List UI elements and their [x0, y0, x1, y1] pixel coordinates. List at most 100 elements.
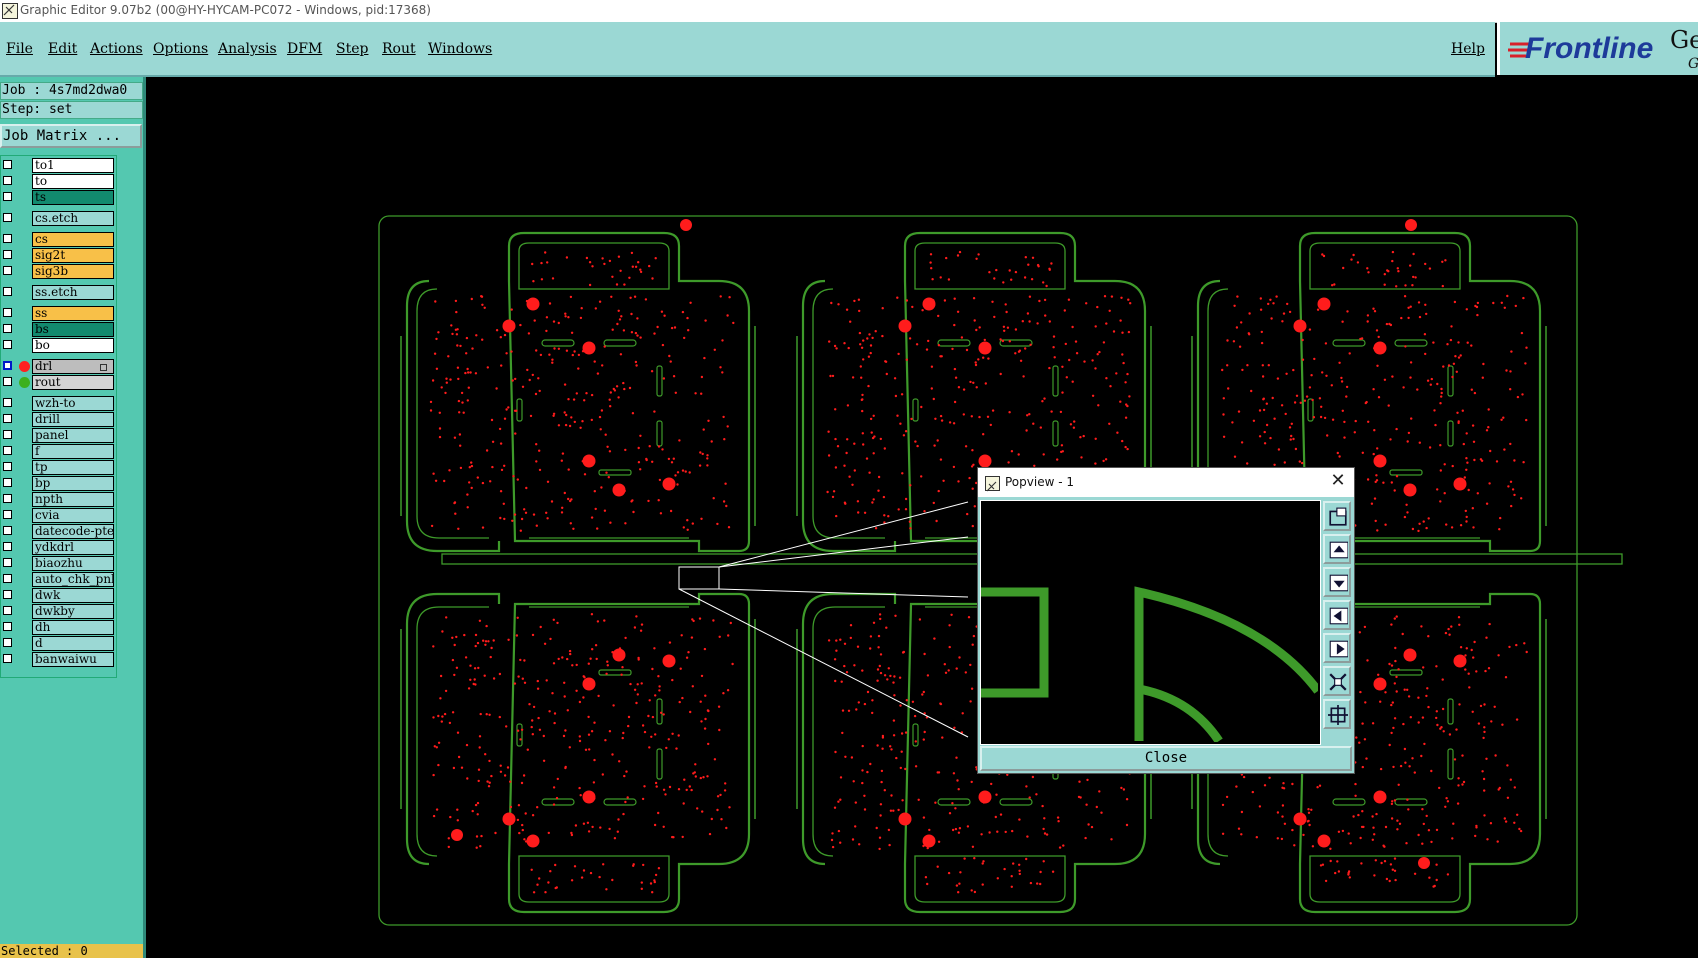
layer-row-bp[interactable]: bp — [1, 476, 117, 491]
layer-row-rout[interactable]: rout — [1, 375, 117, 390]
layer-checkbox[interactable] — [3, 446, 12, 455]
layer-name[interactable]: ss — [32, 306, 114, 321]
layer-row-d[interactable]: d — [1, 636, 117, 651]
layer-row-npth[interactable]: npth — [1, 492, 117, 507]
layer-name[interactable]: banwaiwu — [32, 652, 114, 667]
layer-checkbox[interactable] — [3, 606, 12, 615]
layer-row-f[interactable]: f — [1, 444, 117, 459]
layer-checkbox[interactable] — [3, 478, 12, 487]
layer-checkbox[interactable] — [3, 398, 12, 407]
layer-checkbox[interactable] — [3, 213, 12, 222]
layer-checkbox[interactable] — [3, 510, 12, 519]
layer-name[interactable]: cs — [32, 232, 114, 247]
layer-row-panel[interactable]: panel — [1, 428, 117, 443]
zoom-out-icon[interactable] — [1323, 666, 1351, 696]
layer-row-sig2t[interactable]: sig2t — [1, 248, 117, 263]
layer-name[interactable]: d — [32, 636, 114, 651]
layer-row-banwaiwu[interactable]: banwaiwu — [1, 652, 117, 667]
layer-row-datecode-pte[interactable]: datecode-pte — [1, 524, 117, 539]
menu-rout[interactable]: Rout — [382, 41, 416, 57]
menu-windows[interactable]: Windows — [428, 41, 492, 57]
layer-row-ydkdrl[interactable]: ydkdrl — [1, 540, 117, 555]
layer-name[interactable]: to — [32, 174, 114, 189]
layer-color-icon[interactable] — [19, 377, 30, 388]
layer-name[interactable]: tp — [32, 460, 114, 475]
layer-checkbox[interactable] — [3, 234, 12, 243]
layer-checkbox[interactable] — [3, 324, 12, 333]
layer-row-wzh-to[interactable]: wzh-to — [1, 396, 117, 411]
layer-checkbox[interactable] — [3, 654, 12, 663]
layer-row-ts[interactable]: ts — [1, 190, 117, 205]
layer-checkbox[interactable] — [3, 494, 12, 503]
layer-name[interactable]: cvia — [32, 508, 114, 523]
layer-row-sig3b[interactable]: sig3b — [1, 264, 117, 279]
zoom-fit-icon[interactable] — [1323, 501, 1351, 531]
layer-color-icon[interactable] — [19, 361, 30, 372]
layer-name[interactable]: bs — [32, 322, 114, 337]
popview-close-button[interactable]: Close — [980, 746, 1352, 771]
layer-name[interactable]: drl — [32, 359, 114, 374]
layer-checkbox[interactable] — [3, 377, 12, 386]
pan-down-icon[interactable] — [1323, 567, 1351, 597]
layer-checkbox[interactable] — [3, 308, 12, 317]
layer-checkbox[interactable] — [3, 574, 12, 583]
popview-close-icon[interactable]: ✕ — [1328, 471, 1348, 491]
layer-row-ss.etch[interactable]: ss.etch — [1, 285, 117, 300]
menu-analysis[interactable]: Analysis — [218, 41, 277, 57]
layer-checkbox[interactable] — [3, 430, 12, 439]
menu-options[interactable]: Options — [153, 41, 208, 57]
layer-name[interactable]: auto_chk_pnl — [32, 572, 114, 587]
popview-titlebar[interactable]: Popview - 1 ✕ — [978, 468, 1354, 497]
layer-name[interactable]: cs.etch — [32, 211, 114, 226]
menu-actions[interactable]: Actions — [90, 41, 143, 57]
layer-name[interactable]: ss.etch — [32, 285, 114, 300]
layer-row-dh[interactable]: dh — [1, 620, 117, 635]
layer-name[interactable]: wzh-to — [32, 396, 114, 411]
layer-name[interactable]: dh — [32, 620, 114, 635]
layer-name[interactable]: dwkby — [32, 604, 114, 619]
layer-checkbox[interactable] — [3, 250, 12, 259]
layer-row-auto_chk_pnl[interactable]: auto_chk_pnl — [1, 572, 117, 587]
layer-name[interactable]: dwk — [32, 588, 114, 603]
layer-checkbox[interactable] — [3, 542, 12, 551]
layer-checkbox[interactable] — [3, 558, 12, 567]
layer-checkbox[interactable] — [3, 526, 12, 535]
layer-name[interactable]: drill — [32, 412, 114, 427]
layer-name[interactable]: bo — [32, 338, 114, 353]
layer-checkbox[interactable] — [3, 340, 12, 349]
graphic-canvas[interactable] — [146, 77, 1698, 958]
layer-row-drill[interactable]: drill — [1, 412, 117, 427]
layer-name[interactable]: panel — [32, 428, 114, 443]
layer-checkbox[interactable] — [3, 176, 12, 185]
layer-checkbox[interactable] — [3, 266, 12, 275]
layer-row-to1[interactable]: to1 — [1, 158, 117, 173]
menu-edit[interactable]: Edit — [48, 41, 77, 57]
layer-row-to[interactable]: to — [1, 174, 117, 189]
layer-row-dwk[interactable]: dwk — [1, 588, 117, 603]
layer-name[interactable]: f — [32, 444, 114, 459]
layer-checkbox[interactable] — [3, 361, 12, 370]
layer-name[interactable]: sig2t — [32, 248, 114, 263]
layer-name[interactable]: bp — [32, 476, 114, 491]
layer-row-dwkby[interactable]: dwkby — [1, 604, 117, 619]
job-matrix-button[interactable]: Job Matrix ... — [0, 124, 142, 148]
pan-right-icon[interactable] — [1323, 633, 1351, 663]
layer-row-bo[interactable]: bo — [1, 338, 117, 353]
menu-step[interactable]: Step — [336, 41, 368, 57]
layer-checkbox[interactable] — [3, 160, 12, 169]
layer-checkbox[interactable] — [3, 638, 12, 647]
menu-file[interactable]: File — [6, 41, 33, 57]
layer-name[interactable]: biaozhu — [32, 556, 114, 571]
menu-dfm[interactable]: DFM — [287, 41, 322, 57]
menu-help[interactable]: Help — [1451, 41, 1485, 57]
layer-row-cvia[interactable]: cvia — [1, 508, 117, 523]
layer-checkbox[interactable] — [3, 414, 12, 423]
layer-row-cs.etch[interactable]: cs.etch — [1, 211, 117, 226]
pan-up-icon[interactable] — [1323, 534, 1351, 564]
layer-name[interactable]: sig3b — [32, 264, 114, 279]
layer-name[interactable]: npth — [32, 492, 114, 507]
layer-checkbox[interactable] — [3, 622, 12, 631]
layer-name[interactable]: ydkdrl — [32, 540, 114, 555]
zoom-in-icon[interactable] — [1323, 699, 1351, 729]
layer-checkbox[interactable] — [3, 287, 12, 296]
